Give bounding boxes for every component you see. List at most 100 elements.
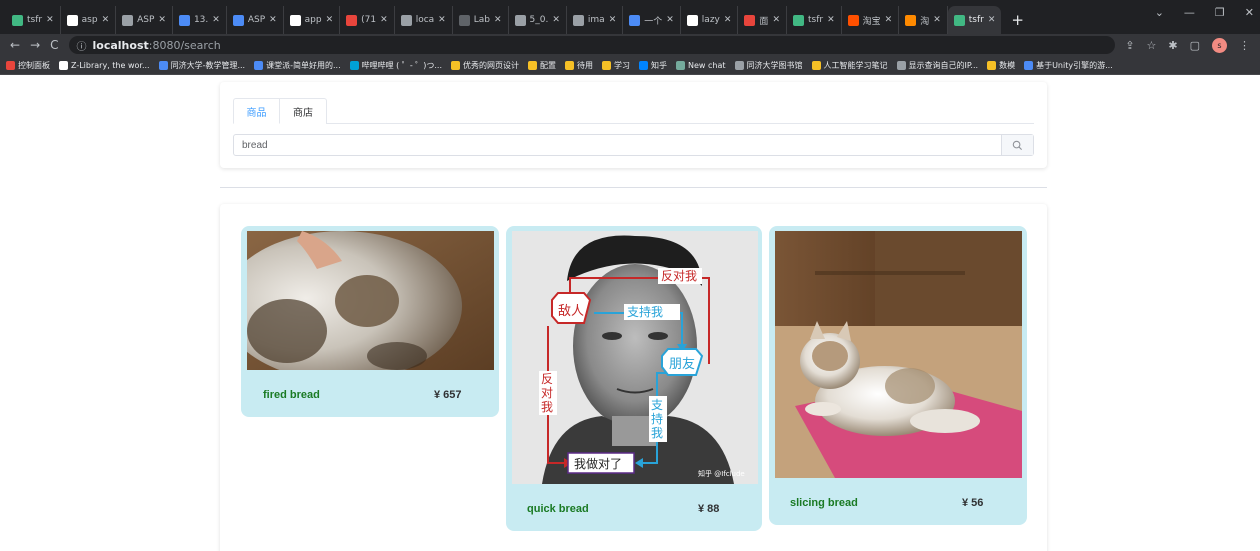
info-icon[interactable]: ⓘ — [77, 38, 87, 53]
bookmark-label: 数模 — [999, 60, 1016, 70]
tab-close-icon[interactable]: ✕ — [269, 15, 277, 25]
browser-tab[interactable]: loca ✕ — [395, 6, 453, 34]
browser-tab[interactable]: 13. ✕ — [173, 6, 227, 34]
browser-tab[interactable]: (71 ✕ — [340, 6, 395, 34]
tab-favicon-icon — [629, 14, 641, 26]
browser-tab[interactable]: tsfr ✕ — [6, 6, 61, 34]
bookmark-icon — [602, 60, 611, 70]
product-card[interactable]: slicing bread ¥ 56 — [769, 226, 1027, 525]
reload-icon[interactable]: C — [50, 38, 58, 52]
product-card[interactable]: 反对我 敌人 支持我 朋友 反 对 我 支 持 我 我做对了 知乎 @Ifclu… — [506, 226, 762, 531]
tab-close-icon[interactable]: ✕ — [552, 15, 560, 25]
star-icon[interactable]: ☆ — [1147, 39, 1157, 52]
results-panel: fired bread ¥ 657 反对我 敌人 支持我 朋友 反 对 我 支 … — [220, 204, 1047, 551]
search-button[interactable] — [1001, 135, 1033, 155]
window-close-icon[interactable]: ✕ — [1245, 6, 1254, 19]
meme-label-oppose-top: 反对我 — [661, 269, 697, 283]
bookmark-item[interactable]: 待用 — [565, 60, 593, 71]
share-icon[interactable]: ⇪ — [1125, 39, 1134, 52]
bookmark-item[interactable]: 优秀的网页设计 — [451, 60, 519, 71]
tab-close-icon[interactable]: ✕ — [494, 15, 502, 25]
tab-label: tsfr — [807, 15, 824, 25]
bookmark-item[interactable]: 同济大学-教学管理... — [158, 60, 245, 71]
tab-label: tsfr — [27, 15, 43, 25]
tab-close-icon[interactable]: ✕ — [102, 15, 110, 25]
bookmark-item[interactable]: 控制面板 — [6, 60, 50, 71]
bookmark-item[interactable]: Z-Library, the wor... — [59, 60, 150, 70]
tab-label: Lab — [473, 15, 490, 25]
search-input[interactable] — [234, 135, 1001, 155]
browser-tab[interactable]: tsfr ✕ — [787, 6, 842, 34]
bookmark-item[interactable]: 同济大学图书馆 — [734, 60, 803, 71]
tab-label: lazy — [701, 15, 720, 25]
bookmark-item[interactable]: New chat — [676, 60, 726, 70]
bookmark-item[interactable]: 显示查询自己的IP... — [896, 60, 978, 71]
browser-tab[interactable]: app ✕ — [284, 6, 341, 34]
bookmark-item[interactable]: 基于Unity引擎的游... — [1024, 60, 1113, 71]
tab-close-icon[interactable]: ✕ — [326, 15, 334, 25]
extensions-icon[interactable]: ✱ — [1168, 39, 1177, 52]
browser-tab[interactable]: asp ✕ — [61, 6, 117, 34]
tab-label: 淘宝 — [862, 16, 881, 27]
bookmark-icon — [158, 60, 168, 70]
product-card[interactable]: fired bread ¥ 657 — [241, 226, 499, 417]
browser-tab[interactable]: tsfr ✕ — [947, 6, 1002, 34]
tab-close-icon[interactable]: ✕ — [885, 15, 893, 25]
browser-tab[interactable]: 淘 ✕ — [899, 6, 948, 34]
tab-close-icon[interactable]: ✕ — [772, 15, 780, 25]
browser-tab[interactable]: ASP ✕ — [116, 6, 173, 34]
bookmark-icon — [349, 60, 359, 70]
tab-favicon-icon — [514, 14, 526, 26]
bookmarks-bar: 控制面板 Z-Library, the wor... 同济大学-教学管理... 课堂派… — [0, 56, 1260, 75]
bookmark-item[interactable]: 人工智能学习笔记 — [811, 60, 888, 71]
browser-tab[interactable]: ASP ✕ — [227, 6, 284, 34]
url-field[interactable]: ⓘ localhost:8080/search — [68, 36, 1116, 54]
tab-close-icon[interactable]: ✕ — [380, 15, 388, 25]
tab-close-icon[interactable]: ✕ — [666, 15, 674, 25]
tab-close-icon[interactable]: ✕ — [827, 15, 835, 25]
tab-label: 5_0. — [529, 15, 549, 25]
tab-close-icon[interactable]: ✕ — [212, 15, 220, 25]
bookmark-item[interactable]: 数模 — [987, 60, 1015, 71]
bookmark-label: 学习 — [614, 60, 630, 70]
sidepanel-icon[interactable]: ▢ — [1190, 39, 1200, 52]
bookmark-label: Z-Library, the wor... — [71, 60, 150, 70]
tab-label: 淘 — [920, 16, 930, 27]
tab-close-icon[interactable]: ✕ — [438, 15, 446, 25]
tab-products[interactable]: 商品 — [233, 98, 280, 124]
tab-close-icon[interactable]: ✕ — [988, 15, 996, 25]
bookmark-item[interactable]: 学习 — [602, 60, 630, 71]
bookmark-item[interactable]: 哔哩哔哩 ( ゜- ゜)つ... — [349, 60, 442, 71]
browser-tab[interactable]: Lab ✕ — [453, 6, 509, 34]
tab-favicon-icon — [847, 14, 859, 26]
bookmark-icon — [451, 60, 460, 70]
tab-close-icon[interactable]: ✕ — [933, 15, 941, 25]
tab-close-icon[interactable]: ✕ — [724, 15, 732, 25]
tab-favicon-icon — [953, 14, 965, 26]
tab-close-icon[interactable]: ✕ — [609, 15, 617, 25]
browser-tab[interactable]: 面 ✕ — [738, 6, 787, 34]
forward-icon[interactable]: → — [30, 38, 40, 52]
bookmark-item[interactable]: 配置 — [528, 60, 556, 71]
browser-tab[interactable]: lazy ✕ — [681, 6, 739, 34]
bookmark-item[interactable]: 课堂派-简单好用的... — [254, 60, 341, 71]
minimize-icon[interactable]: — — [1184, 6, 1195, 19]
back-icon[interactable]: ← — [10, 38, 20, 52]
profile-avatar[interactable]: s — [1212, 37, 1227, 53]
meme-char: 反 — [541, 372, 553, 386]
tab-shops[interactable]: 商店 — [280, 98, 327, 124]
tab-search-icon[interactable]: ⌄ — [1155, 6, 1164, 19]
product-image — [247, 231, 494, 370]
bookmark-icon — [254, 60, 264, 70]
tab-close-icon[interactable]: ✕ — [46, 15, 54, 25]
restore-icon[interactable]: ❐ — [1215, 6, 1225, 19]
tab-label: app — [304, 15, 322, 25]
bookmark-item[interactable]: 知乎 — [639, 60, 667, 71]
tab-close-icon[interactable]: ✕ — [158, 15, 166, 25]
browser-tab[interactable]: 淘宝 ✕ — [842, 6, 900, 34]
browser-tab[interactable]: ima ✕ — [567, 6, 624, 34]
browser-tab[interactable]: 一个 ✕ — [623, 6, 681, 34]
browser-tab[interactable]: 5_0. ✕ — [509, 6, 567, 34]
new-tab-button[interactable]: + — [1001, 6, 1034, 34]
menu-icon[interactable]: ⋮ — [1239, 39, 1250, 52]
